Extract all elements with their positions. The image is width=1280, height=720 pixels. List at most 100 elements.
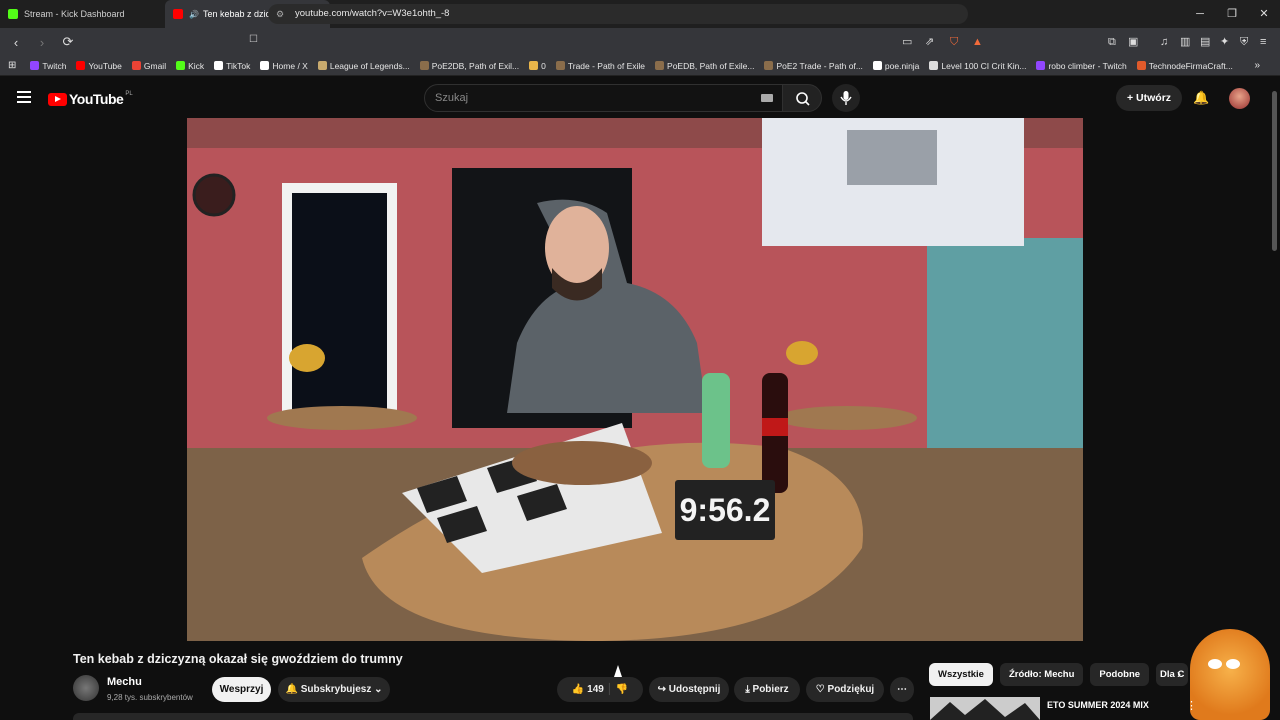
bookmark-item[interactable]: TikTok <box>214 61 250 71</box>
channel-name[interactable]: Mechu <box>107 676 142 688</box>
bookmark-item[interactable]: PoE2DB, Path of Exil... <box>419 61 519 71</box>
download-label: Pobierz <box>752 684 789 695</box>
thanks-label: Podziękuj <box>827 684 875 695</box>
reader-icon[interactable]: ▤ <box>1200 28 1210 56</box>
bookmark-item[interactable]: poe.ninja <box>872 61 919 71</box>
bookmark-favicon-icon <box>176 61 186 70</box>
address-bar: ‹ › ⟳ <box>0 28 1280 56</box>
subscribed-label: Subskrybujesz <box>300 684 372 695</box>
brave-rewards-icon[interactable]: ▲ <box>972 28 983 56</box>
minimize-icon[interactable]: ─ <box>1184 0 1216 28</box>
bookmark-item[interactable]: PoEDB, Path of Exile... <box>655 61 754 71</box>
share-page-icon[interactable]: ⇗ <box>925 28 934 56</box>
bookmark-label: TikTok <box>226 60 251 71</box>
tab-kick-dashboard[interactable]: Stream - Kick Dashboard <box>0 0 165 28</box>
bookmark-item[interactable]: Twitch <box>30 61 66 71</box>
subscriber-count: 9,28 tys. subskrybentów <box>107 693 193 702</box>
bookmark-favicon-icon <box>872 61 882 70</box>
recommendation-title[interactable]: ETO SUMMER 2024 MIX <box>1047 700 1149 710</box>
chip-for-you[interactable]: Dla C <box>1156 663 1189 686</box>
heart-dollar-icon: ♡ <box>815 684 828 695</box>
bookmarks-overflow-icon[interactable]: » <box>1254 60 1260 71</box>
notifications-bell-icon[interactable]: 🔔 <box>1193 90 1209 106</box>
bookmark-item[interactable]: Gmail <box>131 60 167 71</box>
wallet-icon[interactable]: ▣ <box>1128 28 1138 56</box>
leo-ai-icon[interactable]: ✦ <box>1220 28 1229 56</box>
download-button[interactable]: ⤓ Pobierz <box>734 677 800 702</box>
bookmark-label: Trade - Path of Exile <box>567 60 646 71</box>
chip-similar[interactable]: Podobne <box>1090 663 1150 686</box>
hamburger-menu-icon[interactable] <box>17 91 31 103</box>
like-button[interactable]: 👍 149 <box>572 684 604 695</box>
recommendation-menu-icon[interactable]: ⋮ <box>1186 699 1197 712</box>
bookmark-item[interactable]: PoE2 Trade - Path of... <box>764 61 863 71</box>
bookmark-item[interactable]: Kick <box>176 61 204 71</box>
video-player[interactable]: 9:56.2 <box>187 118 1083 641</box>
search-input[interactable]: Szukaj <box>424 84 784 112</box>
bookmark-item[interactable]: 0 <box>529 61 546 71</box>
bookmark-label: League of Legends... <box>329 60 410 71</box>
bookmark-item[interactable]: Level 100 CI Crit Kin... <box>929 61 1026 71</box>
chip-all[interactable]: Wszystkie <box>929 663 993 686</box>
search-button[interactable] <box>782 84 822 112</box>
youtube-logo[interactable]: YouTube PL <box>48 91 133 107</box>
forward-icon[interactable]: › <box>32 35 52 50</box>
support-button[interactable]: Wesprzyj <box>212 677 271 702</box>
bookmark-label: Gmail <box>143 60 167 71</box>
menu-icon[interactable]: ≡ <box>1260 28 1266 56</box>
bookmark-item[interactable]: Trade - Path of Exile <box>555 60 646 71</box>
share-button[interactable]: ↪ Udostępnij <box>649 677 729 702</box>
bookmark-page-icon[interactable]: ☐ <box>249 34 258 45</box>
download-icon: ⤓ <box>745 684 753 695</box>
bookmark-favicon-icon <box>1036 61 1046 70</box>
close-window-icon[interactable]: ✕ <box>1248 0 1280 28</box>
back-icon[interactable]: ‹ <box>6 35 26 50</box>
sidebar-icon[interactable]: ▥ <box>1180 28 1190 56</box>
garfield-sticker <box>1190 629 1270 720</box>
cast-icon[interactable]: ▭ <box>902 28 912 56</box>
bookmark-favicon-icon <box>214 61 224 70</box>
thanks-button[interactable]: ♡ Podziękuj <box>806 677 884 702</box>
bookmark-label: robo climber - Twitch <box>1048 60 1127 71</box>
youtube-header: YouTube PL Szukaj + Utwórz 🔔 <box>0 77 1280 119</box>
bookmark-item[interactable]: YouTube <box>76 60 122 71</box>
bookmark-favicon-icon <box>131 61 141 70</box>
bookmark-favicon-icon <box>76 61 86 70</box>
bookmark-item[interactable]: TechnodeFirmaCraft... <box>1136 61 1233 71</box>
media-icon[interactable]: ♫ <box>1160 28 1168 56</box>
restore-icon[interactable]: ❐ <box>1216 0 1248 28</box>
bookmark-label: YouTube <box>88 60 122 71</box>
more-actions-icon[interactable]: ⋯ <box>890 677 914 702</box>
bookmark-favicon-icon <box>555 61 565 70</box>
brave-shield-icon[interactable]: ⛉ <box>950 28 958 56</box>
keyboard-icon[interactable] <box>761 94 773 102</box>
url-field[interactable]: ⚙ youtube.com/watch?v=W3e1ohth_-8 <box>268 4 968 24</box>
bookmark-item[interactable]: Home / X <box>260 61 308 71</box>
thumbs-down-icon[interactable]: 👎 <box>616 684 628 695</box>
apps-grid-icon[interactable]: ⊞ <box>8 60 16 71</box>
search-placeholder: Szukaj <box>435 92 469 104</box>
bookmark-item[interactable]: League of Legends... <box>317 60 410 71</box>
extensions-icon[interactable]: ⧉ <box>1108 28 1116 56</box>
vpn-icon[interactable]: ⛨ <box>1240 28 1248 56</box>
bookmark-favicon-icon <box>655 61 665 70</box>
user-avatar[interactable] <box>1229 88 1250 109</box>
site-info-icon[interactable]: ⚙ <box>276 4 284 24</box>
subscribed-button[interactable]: 🔔 Subskrybujesz ⌄ <box>278 677 390 702</box>
channel-avatar[interactable] <box>73 675 99 701</box>
bell-icon: 🔔 <box>285 684 301 695</box>
bookmark-label: Level 100 CI Crit Kin... <box>941 60 1027 71</box>
bookmark-item[interactable]: robo climber - Twitch <box>1036 60 1127 71</box>
recommendation-thumbnail[interactable] <box>930 697 1040 720</box>
chip-source-channel[interactable]: Źródło: Mechu <box>999 663 1084 686</box>
video-frame: 9:56.2 <box>187 118 1083 641</box>
reload-icon[interactable]: ⟳ <box>58 34 78 50</box>
voice-search-button[interactable] <box>832 84 860 112</box>
recommendation-chips: Wszystkie Źródło: Mechu Podobne Dla C <box>929 663 1195 686</box>
bookmark-label: Twitch <box>42 60 67 71</box>
chips-next-icon[interactable]: › <box>1177 667 1181 681</box>
description-box[interactable] <box>73 713 913 720</box>
microphone-icon <box>840 91 852 105</box>
create-button[interactable]: + Utwórz <box>1116 85 1182 111</box>
page-scrollbar[interactable] <box>1272 91 1277 251</box>
